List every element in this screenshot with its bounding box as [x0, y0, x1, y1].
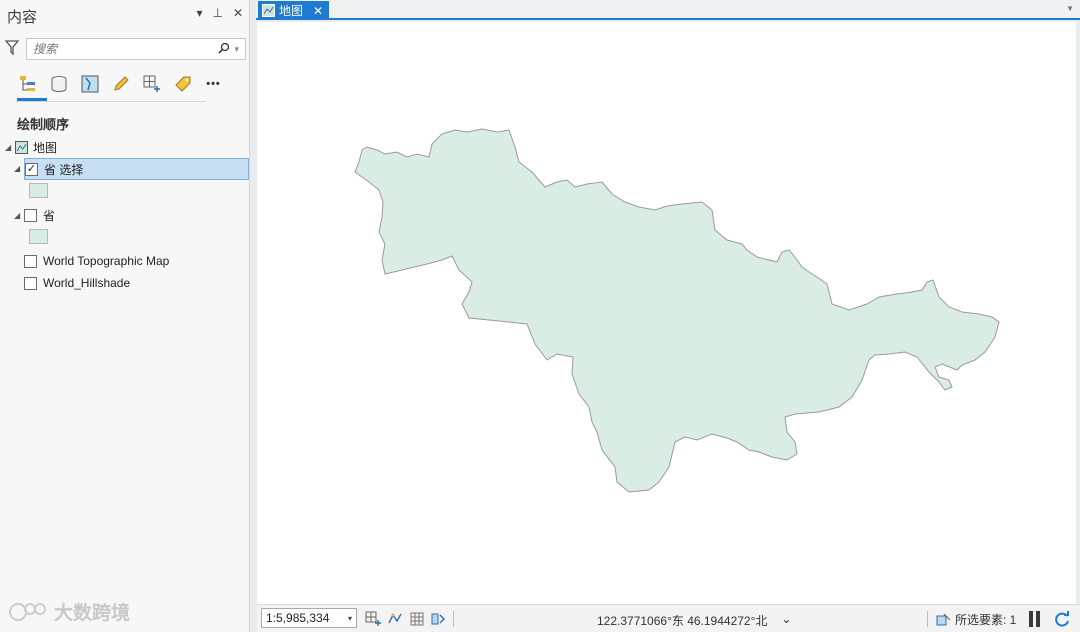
- province-polygon[interactable]: [354, 128, 1000, 493]
- tree-row-basemap-hillshade[interactable]: World_Hillshade: [24, 272, 130, 294]
- status-bar: 1:5,985,334 ▾ 122.3771066°东 46.1944272°北…: [257, 604, 1080, 632]
- search-input[interactable]: [33, 42, 219, 56]
- watermark-logo-icon: [9, 602, 46, 621]
- layer-visibility-checkbox[interactable]: [24, 276, 37, 290]
- collapse-caret-icon[interactable]: ◢: [14, 164, 24, 173]
- scale-chevron-icon[interactable]: ▾: [348, 614, 352, 623]
- toolbar-divider: [16, 101, 206, 102]
- pane-controls: ▾ ⊥ ✕: [196, 6, 243, 20]
- collapse-caret-icon[interactable]: ◢: [5, 143, 15, 152]
- grid-icon[interactable]: [409, 611, 425, 627]
- tab-map[interactable]: 地图 ✕: [258, 1, 330, 20]
- contents-toolbar: •••: [16, 68, 246, 100]
- status-divider: [453, 611, 454, 627]
- labeling-tag-icon[interactable]: [171, 73, 194, 96]
- arcgis-pro-window: 内容 ▾ ⊥ ✕ ▾: [0, 0, 1080, 632]
- scale-selector[interactable]: 1:5,985,334 ▾: [261, 608, 357, 628]
- map-svg[interactable]: [257, 22, 1076, 604]
- layer-label: 省: [43, 208, 56, 223]
- tab-label: 地图: [279, 4, 304, 18]
- snapping-icon[interactable]: [387, 611, 403, 627]
- coordinate-value: 122.3771066°东 46.1944272°北: [597, 614, 768, 628]
- layer-label: 省 选择: [44, 162, 84, 177]
- swipe-refresh-icon[interactable]: [431, 611, 447, 627]
- tree-row-layer-province[interactable]: ◢ 省: [14, 204, 55, 226]
- tab-list-chevron-icon[interactable]: ▼: [1066, 4, 1074, 13]
- fixed-zoom-grid-icon[interactable]: [365, 611, 381, 627]
- tree-row-layer-selected[interactable]: ✓ 省 选择: [24, 158, 249, 180]
- layer-label: World_Hillshade: [43, 276, 131, 290]
- map-icon: [262, 4, 275, 17]
- search-icon[interactable]: [218, 42, 230, 57]
- contents-pane: 内容 ▾ ⊥ ✕ ▾: [0, 0, 250, 632]
- coordinate-format-chevron-icon[interactable]: ⌄: [781, 612, 791, 629]
- data-source-icon[interactable]: [47, 73, 70, 96]
- layer-label: World Topographic Map: [43, 254, 170, 268]
- map-tab-strip: 地图 ✕ ▼: [256, 0, 1080, 20]
- selection-icon[interactable]: [78, 73, 101, 96]
- status-tools: [365, 611, 447, 627]
- pause-drawing-button[interactable]: [1029, 611, 1043, 627]
- search-options-chevron-icon[interactable]: ▾: [234, 44, 239, 55]
- drawing-order-heading: 绘制顺序: [17, 117, 70, 132]
- coordinate-readout[interactable]: 122.3771066°东 46.1944272°北 ⌄: [597, 612, 791, 629]
- layer-visibility-checkbox[interactable]: [24, 254, 37, 268]
- close-icon[interactable]: ✕: [233, 6, 243, 20]
- layer-symbol-swatch[interactable]: [29, 183, 48, 198]
- collapse-caret-icon[interactable]: ◢: [14, 211, 24, 220]
- selected-count: 所选要素: 1: [955, 613, 1017, 627]
- watermark: 大数跨境: [8, 598, 130, 625]
- drawing-order-icon[interactable]: [16, 73, 39, 96]
- snapping-grid-icon[interactable]: [140, 73, 163, 96]
- layer-visibility-checkbox[interactable]: [24, 208, 37, 222]
- pin-icon[interactable]: ⊥: [212, 6, 222, 20]
- close-tab-icon[interactable]: ✕: [313, 4, 323, 18]
- pane-menu-icon[interactable]: ▾: [196, 6, 202, 20]
- map-canvas[interactable]: [257, 22, 1076, 604]
- watermark-text: 大数跨境: [54, 603, 131, 624]
- select-features-icon: [936, 613, 951, 625]
- layer-symbol-swatch[interactable]: [29, 229, 48, 244]
- search-box[interactable]: ▾: [26, 38, 246, 60]
- status-divider: [927, 611, 928, 627]
- scale-value: 1:5,985,334: [266, 611, 330, 625]
- tree-row-basemap-topographic[interactable]: World Topographic Map: [24, 250, 169, 272]
- more-options-button[interactable]: •••: [202, 73, 225, 96]
- map-icon: [15, 140, 28, 154]
- pane-title: 内容: [7, 9, 38, 26]
- filter-icon[interactable]: [5, 40, 19, 56]
- layer-visibility-checkbox[interactable]: ✓: [25, 162, 38, 176]
- tree-row-map[interactable]: ◢ 地图: [5, 136, 57, 158]
- refresh-icon[interactable]: [1053, 610, 1071, 628]
- map-label: 地图: [33, 140, 58, 155]
- editing-pencil-icon[interactable]: [109, 73, 132, 96]
- selected-features-indicator[interactable]: 所选要素: 1: [935, 611, 1016, 628]
